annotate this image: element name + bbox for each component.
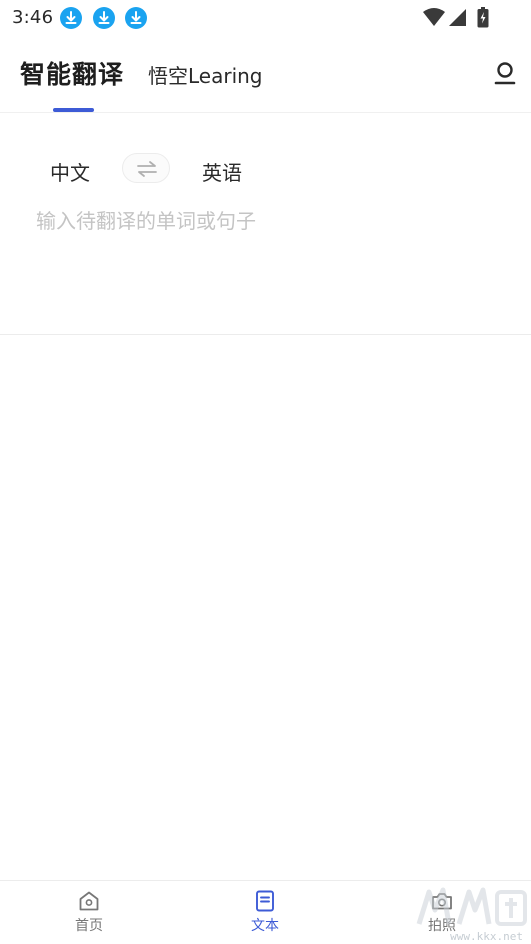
battery-icon bbox=[477, 7, 489, 28]
signal-icon bbox=[449, 9, 466, 26]
source-language[interactable]: 中文 bbox=[50, 157, 90, 186]
nav-item-home[interactable]: 首页 bbox=[49, 889, 129, 941]
status-bar: 3:46 bbox=[0, 0, 531, 36]
swap-languages-button[interactable] bbox=[122, 153, 170, 183]
target-language[interactable]: 英语 bbox=[202, 157, 242, 186]
user-icon[interactable] bbox=[493, 61, 517, 87]
download-icon bbox=[60, 7, 82, 29]
app-screen: 3:46 智能翻译 悟空Learing 中文 英语 输入待翻译的单词或句子 首页… bbox=[0, 0, 531, 944]
watermark-logo-icon bbox=[416, 887, 527, 926]
download-icon bbox=[93, 7, 115, 29]
document-icon bbox=[256, 890, 274, 912]
nav-label-text: 文本 bbox=[251, 918, 279, 934]
translate-input[interactable] bbox=[36, 205, 506, 315]
swap-icon bbox=[137, 161, 157, 177]
header: 智能翻译 悟空Learing bbox=[0, 36, 531, 113]
wifi-icon bbox=[423, 8, 445, 26]
status-time: 3:46 bbox=[12, 7, 54, 28]
home-icon bbox=[79, 891, 99, 911]
translate-panel: 中文 英语 bbox=[0, 113, 531, 335]
tab-wukong-learning[interactable]: 悟空Learing bbox=[148, 60, 263, 89]
tab-indicator bbox=[53, 108, 94, 112]
nav-label-home: 首页 bbox=[75, 918, 103, 934]
nav-item-text[interactable]: 文本 bbox=[225, 889, 305, 941]
download-icon bbox=[125, 7, 147, 29]
tab-smart-translate[interactable]: 智能翻译 bbox=[20, 55, 124, 91]
watermark-text: www.kkx.net bbox=[450, 930, 523, 943]
watermark: www.kkx.net bbox=[413, 884, 531, 944]
